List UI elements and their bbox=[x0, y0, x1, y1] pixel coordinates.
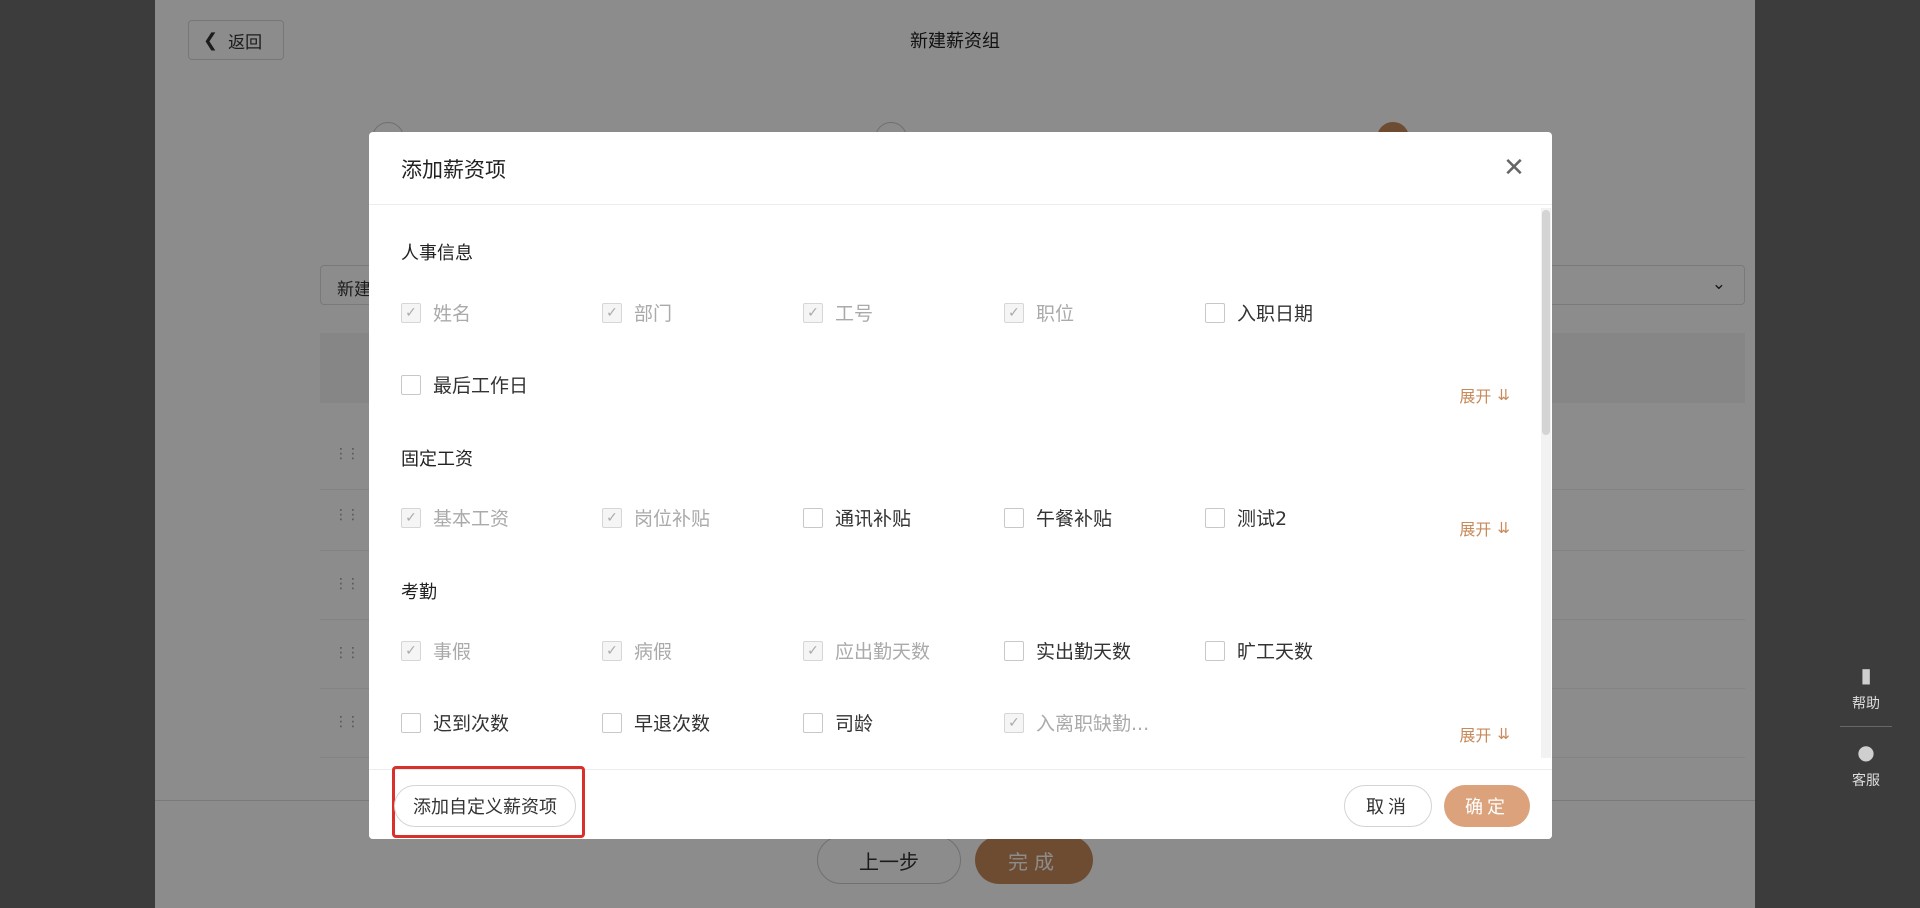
checkbox-label: 午餐补贴 bbox=[1036, 508, 1113, 530]
checkbox-label: 通讯补贴 bbox=[835, 508, 912, 530]
checkbox-checked[interactable]: ✓ bbox=[401, 640, 421, 661]
checkbox-checked[interactable]: ✓ bbox=[803, 640, 823, 661]
expand-label: 展开 bbox=[1459, 520, 1492, 539]
checkbox-item[interactable]: 最后工作日 bbox=[401, 371, 528, 398]
checkbox-item[interactable]: ✓ 应出勤天数 bbox=[803, 637, 930, 664]
checkbox-unchecked[interactable] bbox=[1205, 640, 1225, 661]
checkbox-item[interactable]: 司龄 bbox=[803, 709, 873, 736]
book-icon: ▮ bbox=[1860, 663, 1872, 687]
checkbox-unchecked[interactable] bbox=[401, 374, 421, 395]
cancel-button[interactable]: 取消 bbox=[1344, 785, 1432, 827]
modal-body: 人事信息 ✓ 姓名 ✓ 部门 ✓ 工号 ✓ 职位 入职日期 最后工作日 展开 ⇊ 固定工资… bbox=[369, 205, 1552, 769]
checkbox-item[interactable]: ✓ 基本工资 bbox=[401, 504, 509, 531]
expand-label: 展开 bbox=[1459, 387, 1492, 406]
checkbox-label: 应出勤天数 bbox=[835, 641, 931, 663]
checkbox-item[interactable]: 入职日期 bbox=[1205, 299, 1313, 326]
checkbox-unchecked[interactable] bbox=[1004, 507, 1024, 528]
scrollbar-thumb[interactable] bbox=[1542, 210, 1550, 435]
checkbox-item[interactable]: 通讯补贴 bbox=[803, 504, 911, 531]
checkbox-unchecked[interactable] bbox=[1004, 640, 1024, 661]
close-icon[interactable]: ✕ bbox=[1500, 153, 1528, 183]
checkbox-item[interactable]: ✓ 岗位补贴 bbox=[602, 504, 710, 531]
customer-service-button[interactable]: ● 客服 bbox=[1840, 726, 1892, 802]
checkbox-label: 姓名 bbox=[433, 303, 472, 325]
checkbox-checked[interactable]: ✓ bbox=[401, 302, 421, 323]
checkbox-label: 病假 bbox=[634, 641, 673, 663]
checkbox-label: 早退次数 bbox=[634, 713, 711, 735]
checkbox-item[interactable]: ✓ 工号 bbox=[803, 299, 873, 326]
checkbox-label: 最后工作日 bbox=[433, 375, 529, 397]
checkbox-checked[interactable]: ✓ bbox=[602, 640, 622, 661]
checkbox-label: 基本工资 bbox=[433, 508, 510, 530]
checkbox-unchecked[interactable] bbox=[803, 507, 823, 528]
add-custom-item-button[interactable]: 添加自定义薪资项 bbox=[394, 785, 576, 827]
help-button[interactable]: ▮ 帮助 bbox=[1840, 650, 1892, 726]
checkbox-checked[interactable]: ✓ bbox=[1004, 302, 1024, 323]
add-salary-item-modal: 添加薪资项 ✕ 人事信息 ✓ 姓名 ✓ 部门 ✓ 工号 ✓ 职位 入职日期 最后工作日 … bbox=[369, 132, 1552, 839]
modal-scrollbar[interactable] bbox=[1541, 208, 1551, 758]
double-chevron-down-icon: ⇊ bbox=[1497, 386, 1510, 404]
checkbox-checked[interactable]: ✓ bbox=[602, 302, 622, 323]
checkbox-unchecked[interactable] bbox=[401, 712, 421, 733]
checkbox-checked[interactable]: ✓ bbox=[803, 302, 823, 323]
modal-header: 添加薪资项 ✕ bbox=[369, 132, 1552, 205]
checkbox-item[interactable]: 早退次数 bbox=[602, 709, 710, 736]
checkbox-label: 入职日期 bbox=[1237, 303, 1314, 325]
checkbox-label: 入离职缺勤... bbox=[1036, 713, 1150, 735]
checkbox-checked[interactable]: ✓ bbox=[602, 507, 622, 528]
expand-toggle[interactable]: 展开 ⇊ bbox=[1459, 383, 1510, 407]
checkbox-item[interactable]: ✓ 部门 bbox=[602, 299, 672, 326]
checkbox-label: 事假 bbox=[433, 641, 472, 663]
checkbox-label: 司龄 bbox=[835, 713, 874, 735]
checkbox-item[interactable]: ✓ 职位 bbox=[1004, 299, 1074, 326]
expand-toggle[interactable]: 展开 ⇊ bbox=[1459, 722, 1510, 746]
side-help-widget: ▮ 帮助 ● 客服 bbox=[1840, 650, 1892, 802]
modal-footer: 添加自定义薪资项 取消 确定 bbox=[369, 766, 1552, 839]
section-title-hr-info: 人事信息 bbox=[401, 243, 473, 264]
checkbox-item[interactable]: ✓ 事假 bbox=[401, 637, 471, 664]
checkbox-unchecked[interactable] bbox=[1205, 507, 1225, 528]
checkbox-label: 实出勤天数 bbox=[1036, 641, 1132, 663]
confirm-button[interactable]: 确定 bbox=[1444, 785, 1530, 827]
checkbox-item[interactable]: ✓ 入离职缺勤... bbox=[1004, 709, 1149, 736]
checkbox-label: 测试2 bbox=[1237, 508, 1288, 530]
checkbox-item[interactable]: 旷工天数 bbox=[1205, 637, 1313, 664]
section-title-fixed-salary: 固定工资 bbox=[401, 449, 473, 470]
modal-title: 添加薪资项 bbox=[401, 158, 506, 182]
checkbox-item[interactable]: 测试2 bbox=[1205, 504, 1287, 531]
checkbox-item[interactable]: 迟到次数 bbox=[401, 709, 509, 736]
checkbox-unchecked[interactable] bbox=[602, 712, 622, 733]
help-label: 帮助 bbox=[1852, 696, 1880, 712]
checkbox-checked[interactable]: ✓ bbox=[401, 507, 421, 528]
checkbox-item[interactable]: ✓ 姓名 bbox=[401, 299, 471, 326]
checkbox-label: 迟到次数 bbox=[433, 713, 510, 735]
expand-toggle[interactable]: 展开 ⇊ bbox=[1459, 516, 1510, 540]
double-chevron-down-icon: ⇊ bbox=[1497, 725, 1510, 743]
checkbox-item[interactable]: 午餐补贴 bbox=[1004, 504, 1112, 531]
checkbox-label: 工号 bbox=[835, 303, 874, 325]
checkbox-unchecked[interactable] bbox=[803, 712, 823, 733]
checkbox-unchecked[interactable] bbox=[1205, 302, 1225, 323]
checkbox-checked[interactable]: ✓ bbox=[1004, 712, 1024, 733]
checkbox-label: 岗位补贴 bbox=[634, 508, 711, 530]
checkbox-item[interactable]: ✓ 病假 bbox=[602, 637, 672, 664]
expand-label: 展开 bbox=[1459, 726, 1492, 745]
checkbox-label: 旷工天数 bbox=[1237, 641, 1314, 663]
checkbox-item[interactable]: 实出勤天数 bbox=[1004, 637, 1131, 664]
checkbox-label: 部门 bbox=[634, 303, 673, 325]
double-chevron-down-icon: ⇊ bbox=[1497, 519, 1510, 537]
checkbox-label: 职位 bbox=[1036, 303, 1075, 325]
service-label: 客服 bbox=[1852, 772, 1880, 789]
section-title-attendance: 考勤 bbox=[401, 582, 437, 603]
headset-icon: ● bbox=[1857, 739, 1875, 764]
